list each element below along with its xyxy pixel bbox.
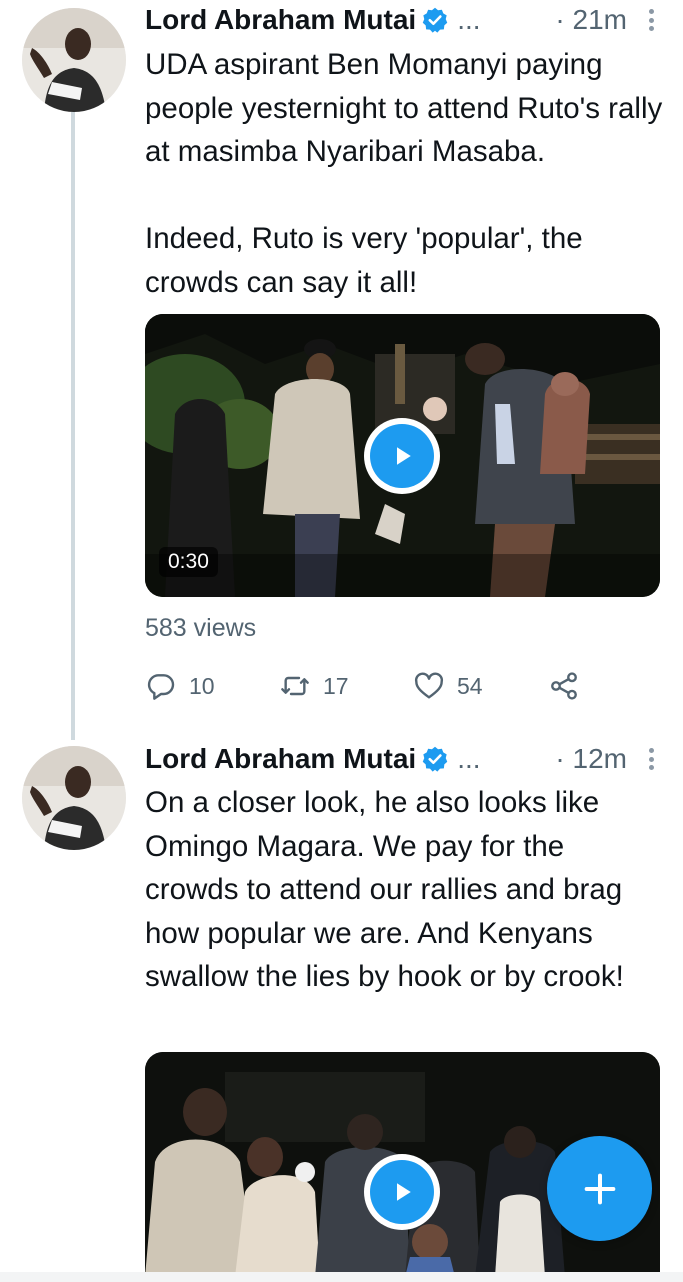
retweet-icon — [281, 676, 309, 696]
video-player[interactable]: 0:30 — [145, 314, 660, 597]
view-count: 583 views — [145, 614, 257, 642]
like-count: 54 — [457, 672, 483, 699]
play-button[interactable] — [364, 418, 440, 494]
reply-count: 10 — [189, 672, 215, 699]
tweet-text: On a closer look, he also looks like Omi… — [145, 786, 624, 993]
play-icon — [397, 447, 411, 465]
more-vertical-icon[interactable] — [645, 745, 657, 773]
tweet-header: Lord Abraham Mutai ... · 12m — [145, 742, 657, 776]
plus-icon — [584, 1173, 615, 1204]
video-duration: 0:30 — [159, 547, 218, 577]
reply-icon — [147, 674, 175, 700]
play-icon — [397, 1183, 411, 1201]
tweet-header: Lord Abraham Mutai ... · 21m — [145, 3, 657, 37]
share-icon — [551, 672, 577, 700]
author-name[interactable]: Lord Abraham Mutai — [145, 4, 416, 36]
avatar-photo — [22, 8, 126, 112]
heart-icon — [414, 672, 444, 699]
like-button[interactable]: 54 — [413, 666, 483, 706]
name-truncation: ... — [457, 4, 481, 35]
retweet-button[interactable]: 17 — [279, 666, 349, 706]
play-button[interactable] — [364, 1154, 440, 1230]
tweet-actions: 10 17 54 — [145, 666, 585, 706]
verified-badge-icon — [422, 7, 448, 33]
thread-connector-line — [71, 112, 75, 740]
avatar-photo — [22, 746, 126, 850]
retweet-count: 17 — [323, 672, 349, 699]
avatar[interactable] — [22, 8, 126, 112]
share-button[interactable] — [548, 666, 592, 706]
author-name[interactable]: Lord Abraham Mutai — [145, 743, 416, 775]
more-vertical-icon[interactable] — [645, 6, 657, 34]
avatar[interactable] — [22, 746, 126, 850]
tweet-text: UDA aspirant Ben Momanyi paying people y… — [145, 48, 663, 299]
timestamp[interactable]: · 21m — [555, 4, 627, 36]
name-truncation: ... — [457, 743, 481, 774]
compose-tweet-button[interactable] — [547, 1136, 652, 1241]
timestamp[interactable]: · 12m — [555, 743, 627, 775]
verified-badge-icon — [422, 746, 448, 772]
bottom-bar-edge — [0, 1272, 683, 1282]
reply-button[interactable]: 10 — [145, 666, 215, 706]
